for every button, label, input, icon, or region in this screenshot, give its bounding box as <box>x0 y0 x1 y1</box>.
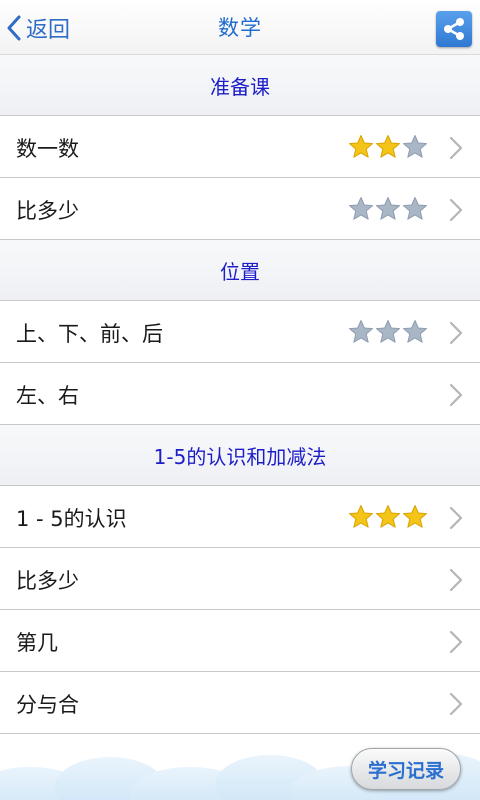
lesson-row[interactable]: 1 - 5的认识 <box>0 486 480 548</box>
chevron-right-icon <box>449 136 463 160</box>
lesson-label: 左、右 <box>16 384 79 408</box>
lesson-label: 1 - 5的认识 <box>16 507 127 531</box>
lesson-list: 准备课 数一数 比多少 位置 上、下、前、后 左、右 1-5的认识和加减法 1 - 5的认识比… <box>0 55 480 734</box>
chevron-right-icon <box>449 198 463 222</box>
star-empty-icon <box>403 197 427 220</box>
star-filled-icon <box>376 505 400 528</box>
chevron-right-icon <box>449 321 463 345</box>
star-filled-icon <box>349 505 373 528</box>
star-filled-icon <box>403 505 427 528</box>
star-rating <box>348 134 428 160</box>
section-header: 准备课 <box>0 55 480 116</box>
section-header: 位置 <box>0 240 480 301</box>
page-title: 数学 <box>218 16 262 40</box>
star-empty-icon <box>376 197 400 220</box>
section-header: 1-5的认识和加减法 <box>0 425 480 486</box>
share-button[interactable] <box>436 11 472 47</box>
lesson-label: 上、下、前、后 <box>16 322 163 346</box>
lesson-row[interactable]: 左、右 <box>0 363 480 425</box>
lesson-label: 数一数 <box>16 137 79 161</box>
lesson-row[interactable]: 比多少 <box>0 548 480 610</box>
star-empty-icon <box>349 197 373 220</box>
chevron-right-icon <box>449 692 463 716</box>
star-filled-icon <box>376 135 400 158</box>
chevron-right-icon <box>449 630 463 654</box>
star-rating <box>348 319 428 345</box>
lesson-label: 比多少 <box>16 199 79 223</box>
lesson-row[interactable]: 数一数 <box>0 116 480 178</box>
star-rating <box>348 196 428 222</box>
lesson-label: 比多少 <box>16 569 79 593</box>
chevron-right-icon <box>449 506 463 530</box>
chevron-right-icon <box>449 568 463 592</box>
star-rating <box>348 504 428 530</box>
star-filled-icon <box>349 135 373 158</box>
star-empty-icon <box>349 320 373 343</box>
star-empty-icon <box>403 135 427 158</box>
lesson-label: 分与合 <box>16 693 79 717</box>
top-bar: 返回 数学 <box>0 0 480 55</box>
share-icon <box>444 18 464 40</box>
star-empty-icon <box>376 320 400 343</box>
lesson-row[interactable]: 第几 <box>0 610 480 672</box>
lesson-row[interactable]: 比多少 <box>0 178 480 240</box>
lesson-row[interactable]: 上、下、前、后 <box>0 301 480 363</box>
star-empty-icon <box>403 320 427 343</box>
lesson-label: 第几 <box>16 631 58 655</box>
study-record-button[interactable]: 学习记录 <box>351 748 461 790</box>
chevron-right-icon <box>449 383 463 407</box>
lesson-row[interactable]: 分与合 <box>0 672 480 734</box>
